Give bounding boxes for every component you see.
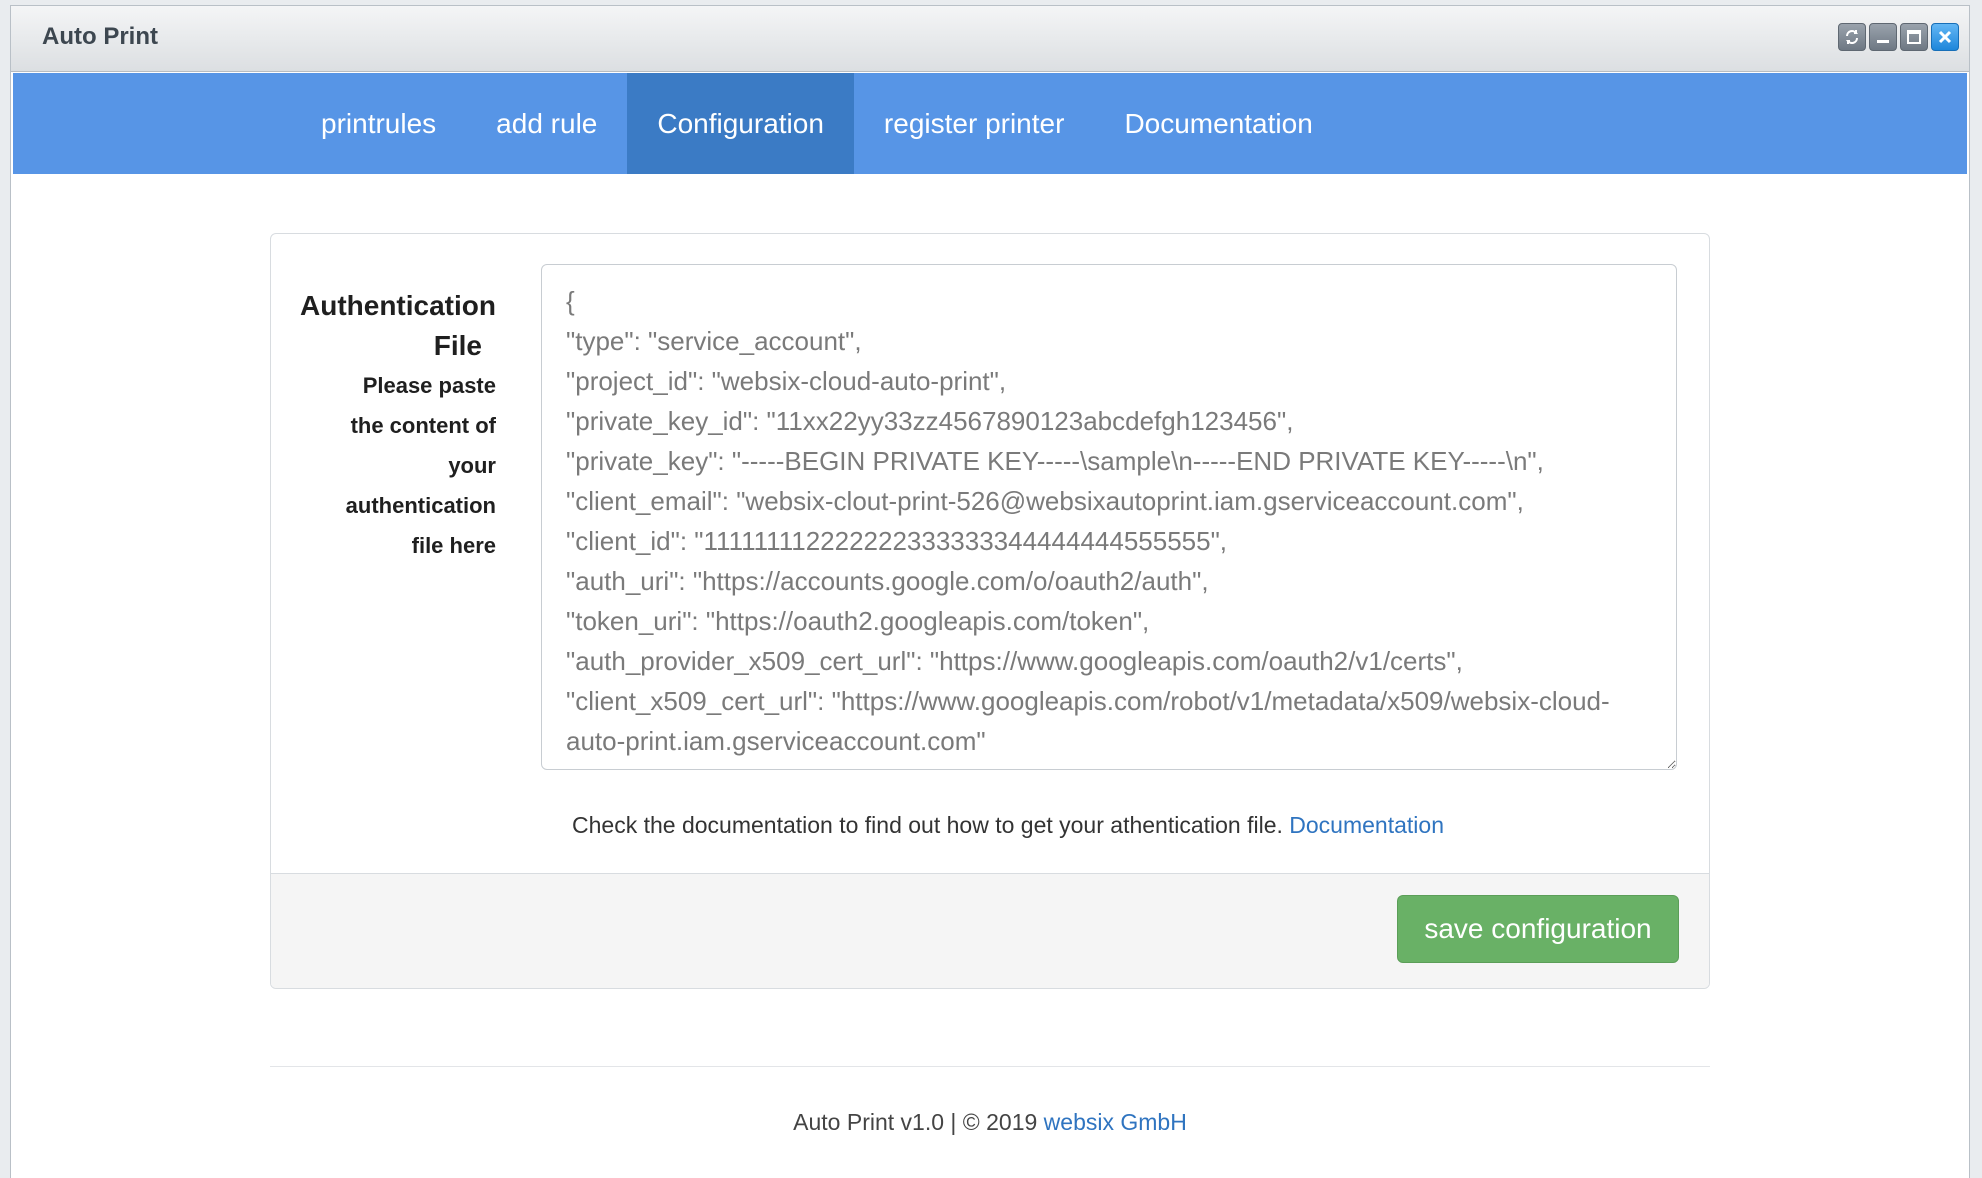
minimize-icon[interactable]: [1869, 23, 1897, 51]
close-icon[interactable]: [1931, 23, 1959, 51]
nav-item-register-printer[interactable]: register printer: [854, 73, 1095, 174]
auth-file-label-line1: Authentication: [300, 290, 496, 321]
nav-item-documentation[interactable]: Documentation: [1094, 73, 1342, 174]
company-link[interactable]: websix GmbH: [1044, 1109, 1187, 1135]
card-footer: save configuration: [271, 873, 1709, 988]
nav-item-configuration[interactable]: Configuration: [627, 73, 854, 174]
auth-file-help-line: the content of: [350, 413, 496, 438]
footer-divider: [270, 1066, 1710, 1067]
maximize-icon[interactable]: [1900, 23, 1928, 51]
footer-text: Auto Print v1.0 | © 2019: [793, 1109, 1038, 1135]
navbar: printrules add rule Configuration regist…: [13, 73, 1967, 174]
auth-file-help-line: Please paste: [362, 373, 496, 398]
nav-item-printrules[interactable]: printrules: [291, 73, 466, 174]
auth-file-help: Please paste the content of your authent…: [346, 366, 496, 566]
save-configuration-button[interactable]: save configuration: [1397, 895, 1679, 963]
documentation-hint: Check the documentation to find out how …: [572, 812, 1444, 839]
documentation-link[interactable]: Documentation: [1289, 812, 1444, 838]
window-controls: [1838, 23, 1959, 51]
page-footer: Auto Print v1.0 | © 2019 websix GmbH: [11, 1109, 1969, 1136]
documentation-hint-text: Check the documentation to find out how …: [572, 812, 1283, 838]
window-title: Auto Print: [42, 23, 158, 50]
auth-file-label-line2: File: [433, 330, 482, 361]
auth-file-help-line: your: [448, 453, 496, 478]
refresh-icon[interactable]: [1838, 23, 1866, 51]
app-window: Auto Print printrules add rule Configura…: [10, 5, 1970, 1178]
auth-file-help-line: file here: [411, 533, 496, 558]
title-bar: Auto Print: [11, 6, 1969, 72]
nav-item-add-rule[interactable]: add rule: [466, 73, 627, 174]
configuration-card: Authentication File Please paste the con…: [270, 233, 1710, 989]
auth-file-textarea[interactable]: [541, 264, 1677, 770]
auth-file-label: Authentication File: [300, 286, 496, 366]
nav-menu: printrules add rule Configuration regist…: [291, 73, 1343, 174]
auth-file-help-line: authentication: [345, 493, 496, 518]
